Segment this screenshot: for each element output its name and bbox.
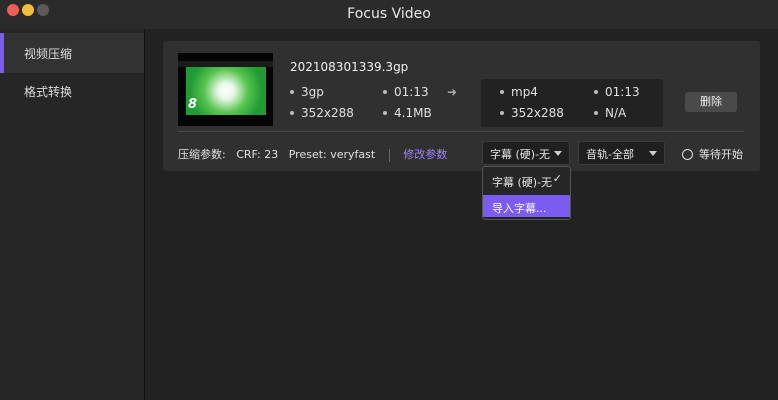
- sidebar: 视频压缩 格式转换: [0, 29, 145, 400]
- output-size: N/A: [594, 106, 626, 120]
- thumbnail-text: 8: [188, 97, 198, 112]
- source-resolution: 352x288: [290, 106, 354, 120]
- title-bar: Focus Video: [0, 0, 778, 29]
- vertical-divider: [388, 148, 390, 162]
- bullet-icon: [290, 89, 294, 94]
- video-thumbnail: 8: [178, 53, 273, 126]
- params-label: 压缩参数:: [178, 148, 226, 161]
- output-duration: 01:13: [594, 85, 640, 99]
- bullet-icon: [383, 110, 387, 115]
- dropdown-item-label: 字幕 (硬)-无: [492, 176, 553, 189]
- dropdown-item-import-subtitle[interactable]: 导入字幕...: [483, 195, 570, 217]
- convert-arrow-icon: ➜: [447, 85, 458, 99]
- start-button-label: 等待开始: [699, 148, 743, 161]
- divider: [178, 131, 744, 132]
- dropdown-item-subtitle-none[interactable]: 字幕 (硬)-无 ✓: [483, 169, 570, 191]
- bullet-icon: [594, 110, 598, 115]
- subtitle-select[interactable]: 字幕 (硬)-无: [482, 141, 570, 165]
- modify-params-link[interactable]: 修改参数: [403, 148, 447, 161]
- clock-icon: [682, 148, 693, 160]
- bullet-icon: [500, 89, 504, 94]
- preset-value: Preset: veryfast: [288, 148, 376, 161]
- thumbnail-frame: [186, 67, 266, 115]
- window-title: Focus Video: [347, 6, 431, 22]
- delete-button[interactable]: 删除: [685, 92, 737, 112]
- crf-value: CRF: 23: [236, 148, 279, 161]
- subtitle-select-value: 字幕 (硬)-无: [490, 148, 551, 161]
- sidebar-item-video-compress[interactable]: 视频压缩: [0, 33, 144, 73]
- subtitle-dropdown-menu: 字幕 (硬)-无 ✓ 导入字幕...: [482, 166, 571, 220]
- checkmark-icon: ✓: [552, 172, 562, 185]
- chevron-down-icon: [649, 151, 657, 156]
- sidebar-item-format-convert[interactable]: 格式转换: [0, 71, 144, 111]
- source-format: 3gp: [290, 85, 324, 99]
- bullet-icon: [594, 89, 598, 94]
- audio-track-select[interactable]: 音轨-全部: [578, 141, 665, 165]
- sidebar-item-label: 格式转换: [24, 85, 73, 99]
- output-resolution: 352x288: [500, 106, 564, 120]
- compression-params: 压缩参数: CRF: 23 Preset: veryfast 修改参数: [178, 146, 447, 162]
- bullet-icon: [290, 110, 294, 115]
- source-size: 4.1MB: [383, 106, 432, 120]
- bullet-icon: [500, 110, 504, 115]
- audio-select-value: 音轨-全部: [586, 148, 634, 161]
- output-format: mp4: [500, 85, 538, 99]
- start-button[interactable]: 等待开始: [682, 146, 743, 162]
- file-name: 202108301339.3gp: [290, 60, 409, 74]
- bullet-icon: [383, 89, 387, 94]
- dropdown-item-label: 导入字幕...: [492, 202, 547, 215]
- source-duration: 01:13: [383, 85, 429, 99]
- chevron-down-icon: [554, 151, 562, 156]
- sidebar-item-label: 视频压缩: [24, 47, 73, 61]
